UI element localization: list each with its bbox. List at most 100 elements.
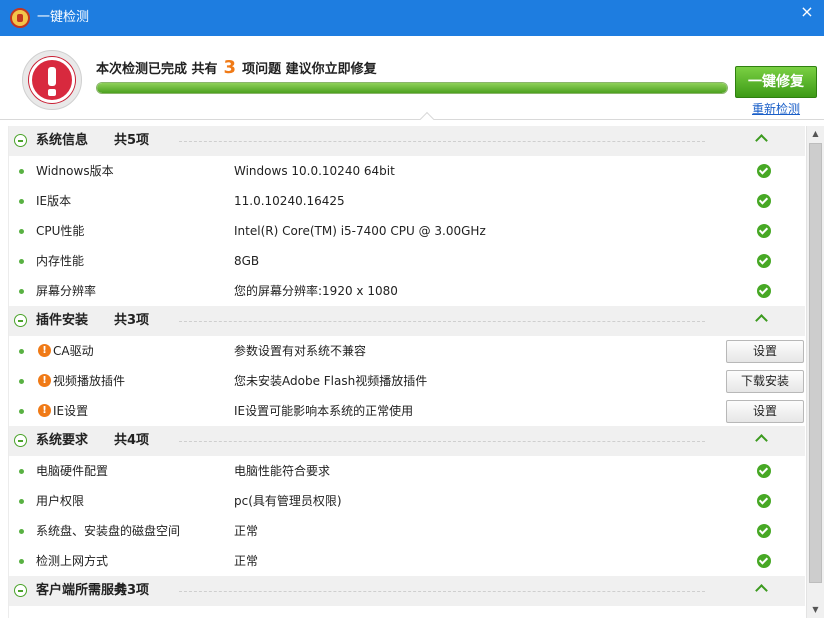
item-name: IE设置	[53, 404, 89, 418]
bullet-dot	[19, 409, 24, 414]
item-name: 视频播放插件	[53, 374, 126, 388]
item-action-button[interactable]: 下载安装	[726, 370, 804, 393]
check-circle-icon	[757, 224, 771, 238]
item-name: 检测上网方式	[36, 554, 109, 568]
item-value: 您的屏幕分辨率:1920 x 1080	[234, 284, 398, 298]
warning-icon: !	[38, 404, 51, 417]
warning-icon: !	[38, 344, 51, 357]
section-count: 共5项	[114, 133, 150, 148]
check-list: 系统信息 共5项 Widnows版本 Windows 10.0.10240 64bit…	[8, 126, 805, 618]
bullet-dot	[19, 289, 24, 294]
scan-summary: 本次检测已完成 共有 3 项问题 建议你立即修复	[96, 58, 377, 78]
section-header[interactable]: 系统要求 共4项	[9, 426, 805, 456]
item-value: Windows 10.0.10240 64bit	[234, 164, 395, 178]
warning-icon: !	[38, 374, 51, 387]
bullet-dot	[19, 559, 24, 564]
item-value: IE设置可能影响本系统的正常使用	[234, 404, 414, 418]
section-header[interactable]: 插件安装 共3项	[9, 306, 805, 336]
app-emblem-icon	[10, 8, 30, 28]
item-name: IE版本	[36, 194, 72, 208]
check-circle-icon	[757, 494, 771, 508]
chevron-up-icon[interactable]	[755, 584, 768, 597]
chevron-up-icon[interactable]	[755, 314, 768, 327]
scrollbar[interactable]: ▲ ▼	[806, 126, 824, 618]
item-value: 参数设置有对系统不兼容	[234, 344, 367, 358]
list-item: 电脑硬件配置 电脑性能符合要求	[9, 456, 805, 486]
chevron-up-icon[interactable]	[755, 434, 768, 447]
item-name: CPU性能	[36, 224, 85, 238]
item-value: 8GB	[234, 254, 260, 268]
bullet-dot	[19, 379, 24, 384]
bullet-dot	[19, 499, 24, 504]
section-count: 共3项	[114, 313, 150, 328]
item-name: 内存性能	[36, 254, 85, 268]
item-value: 您未安装Adobe Flash视频播放插件	[234, 374, 428, 388]
list-item: ! 视频播放插件 您未安装Adobe Flash视频播放插件 下载安装	[9, 366, 805, 396]
issue-count: 3	[223, 57, 237, 78]
section-title: 系统要求	[36, 433, 89, 448]
section-title: 系统信息	[36, 133, 89, 148]
list-item: 用户权限 pc(具有管理员权限)	[9, 486, 805, 516]
section-divider	[179, 141, 705, 142]
bullet-dot	[19, 349, 24, 354]
collapse-minus-icon[interactable]	[14, 584, 27, 597]
header-divider-notch	[419, 111, 435, 127]
check-circle-icon	[757, 524, 771, 538]
bullet-dot	[19, 199, 24, 204]
summary-suffix: 项问题 建议你立即修复	[242, 62, 377, 77]
list-item: ! IE设置 IE设置可能影响本系统的正常使用 设置	[9, 396, 805, 426]
check-circle-icon	[757, 554, 771, 568]
item-value: 11.0.10240.16425	[234, 194, 345, 208]
collapse-minus-icon[interactable]	[14, 314, 27, 327]
section-count: 共3项	[114, 583, 150, 598]
item-value: 电脑性能符合要求	[234, 464, 331, 478]
item-name: 电脑硬件配置	[36, 464, 109, 478]
list-item: Widnows版本 Windows 10.0.10240 64bit	[9, 156, 805, 186]
item-action-button[interactable]: 设置	[726, 340, 804, 363]
section-header[interactable]: 系统信息 共5项	[9, 126, 805, 156]
title-bar: 一键检测 ×	[0, 0, 824, 36]
item-value: Intel(R) Core(TM) i5-7400 CPU @ 3.00GHz	[234, 224, 486, 238]
close-button[interactable]: ×	[796, 2, 818, 22]
check-circle-icon	[757, 254, 771, 268]
collapse-minus-icon[interactable]	[14, 134, 27, 147]
progress-fill	[97, 83, 727, 93]
scroll-down-icon[interactable]: ▼	[807, 602, 824, 618]
check-circle-icon	[757, 464, 771, 478]
check-circle-icon	[757, 284, 771, 298]
list-item: 内存性能 8GB	[9, 246, 805, 276]
section-divider	[179, 441, 705, 442]
scan-progress-bar	[96, 82, 728, 94]
item-name: 用户权限	[36, 494, 85, 508]
check-circle-icon	[757, 164, 771, 178]
list-item: ! CA驱动 参数设置有对系统不兼容 设置	[9, 336, 805, 366]
item-name: Widnows版本	[36, 164, 114, 178]
bullet-dot	[19, 469, 24, 474]
section-divider	[179, 591, 705, 592]
item-value: 正常	[234, 524, 259, 538]
recheck-link[interactable]: 重新检测	[752, 101, 800, 117]
list-item: 检测上网方式 正常	[9, 546, 805, 576]
bullet-dot	[19, 229, 24, 234]
collapse-minus-icon[interactable]	[14, 434, 27, 447]
item-action-button[interactable]: 设置	[726, 400, 804, 423]
scroll-up-icon[interactable]: ▲	[807, 126, 824, 142]
one-click-fix-button[interactable]: 一键修复	[735, 66, 817, 98]
scroll-thumb[interactable]	[809, 143, 822, 583]
section-count: 共4项	[114, 433, 150, 448]
bullet-dot	[19, 259, 24, 264]
item-value: pc(具有管理员权限)	[234, 494, 342, 508]
list-item: 屏幕分辨率 您的屏幕分辨率:1920 x 1080	[9, 276, 805, 306]
section-header[interactable]: 客户端所需服务 共3项	[9, 576, 805, 606]
summary-prefix: 本次检测已完成 共有	[96, 62, 218, 77]
bullet-dot	[19, 169, 24, 174]
item-name: 屏幕分辨率	[36, 284, 97, 298]
item-name: 系统盘、安装盘的磁盘空间	[36, 524, 181, 538]
list-item: IE版本 11.0.10240.16425	[9, 186, 805, 216]
window-title: 一键检测	[37, 10, 90, 25]
section-title: 插件安装	[36, 313, 89, 328]
bullet-dot	[19, 529, 24, 534]
item-name: CA驱动	[53, 344, 94, 358]
alert-exclamation-icon	[22, 50, 82, 110]
chevron-up-icon[interactable]	[755, 134, 768, 147]
